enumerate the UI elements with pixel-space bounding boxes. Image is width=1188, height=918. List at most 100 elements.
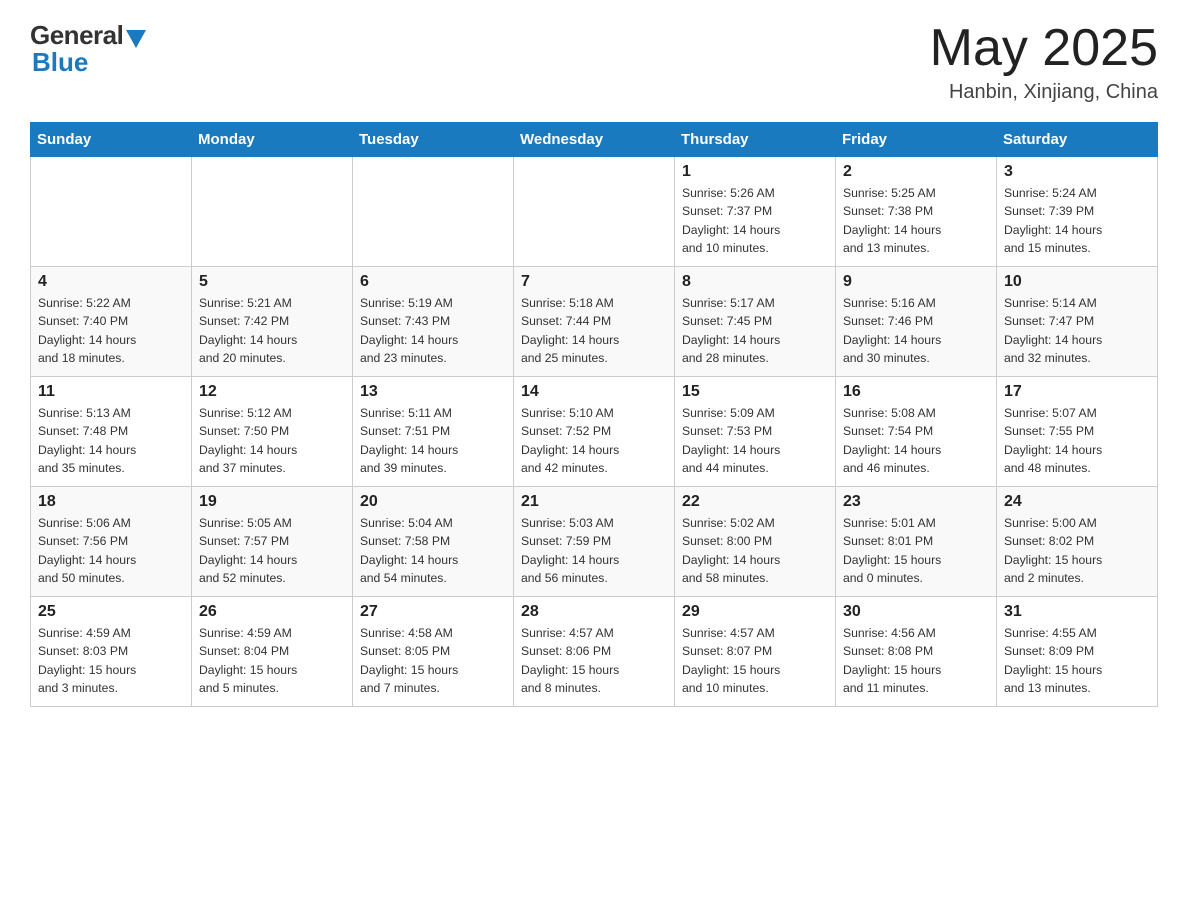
day-info: Sunrise: 5:12 AMSunset: 7:50 PMDaylight:… [199, 404, 345, 477]
day-info: Sunrise: 5:06 AMSunset: 7:56 PMDaylight:… [38, 514, 184, 587]
day-cell: 4 Sunrise: 5:22 AMSunset: 7:40 PMDaylight… [31, 267, 192, 377]
day-number: 24 [1004, 493, 1150, 511]
day-number: 28 [521, 603, 667, 621]
day-number: 19 [199, 493, 345, 511]
day-cell: 20 Sunrise: 5:04 AMSunset: 7:58 PMDayligh… [353, 487, 514, 597]
day-cell: 1 Sunrise: 5:26 AMSunset: 7:37 PMDaylight… [675, 157, 836, 267]
week-row-1: 4 Sunrise: 5:22 AMSunset: 7:40 PMDaylight… [31, 267, 1158, 377]
day-cell: 19 Sunrise: 5:05 AMSunset: 7:57 PMDayligh… [192, 487, 353, 597]
day-number: 29 [682, 603, 828, 621]
day-cell: 7 Sunrise: 5:18 AMSunset: 7:44 PMDaylight… [514, 267, 675, 377]
day-number: 15 [682, 383, 828, 401]
day-info: Sunrise: 4:59 AMSunset: 8:03 PMDaylight:… [38, 624, 184, 697]
day-cell: 31Sunrise: 4:55 AMSunset: 8:09 PMDayligh… [997, 597, 1158, 707]
day-number: 4 [38, 273, 184, 291]
day-info: Sunrise: 4:56 AMSunset: 8:08 PMDaylight:… [843, 624, 989, 697]
day-number: 16 [843, 383, 989, 401]
header-cell-thursday: Thursday [675, 123, 836, 157]
day-number: 23 [843, 493, 989, 511]
day-cell [514, 157, 675, 267]
day-cell: 21 Sunrise: 5:03 AMSunset: 7:59 PMDayligh… [514, 487, 675, 597]
header-cell-monday: Monday [192, 123, 353, 157]
day-cell: 18 Sunrise: 5:06 AMSunset: 7:56 PMDayligh… [31, 487, 192, 597]
day-cell: 27Sunrise: 4:58 AMSunset: 8:05 PMDayligh… [353, 597, 514, 707]
day-number: 17 [1004, 383, 1150, 401]
day-cell: 23 Sunrise: 5:01 AMSunset: 8:01 PMDayligh… [836, 487, 997, 597]
day-cell: 29 Sunrise: 4:57 AMSunset: 8:07 PMDayligh… [675, 597, 836, 707]
day-number: 26 [199, 603, 345, 621]
day-cell: 26Sunrise: 4:59 AMSunset: 8:04 PMDayligh… [192, 597, 353, 707]
logo: General Blue [30, 20, 146, 78]
day-info: Sunrise: 5:13 AMSunset: 7:48 PMDaylight:… [38, 404, 184, 477]
calendar-table: SundayMondayTuesdayWednesdayThursdayFrid… [30, 122, 1158, 707]
day-cell: 8 Sunrise: 5:17 AMSunset: 7:45 PMDaylight… [675, 267, 836, 377]
day-number: 7 [521, 273, 667, 291]
day-cell: 30 Sunrise: 4:56 AMSunset: 8:08 PMDayligh… [836, 597, 997, 707]
day-cell: 25 Sunrise: 4:59 AMSunset: 8:03 PMDayligh… [31, 597, 192, 707]
day-cell: 11 Sunrise: 5:13 AMSunset: 7:48 PMDayligh… [31, 377, 192, 487]
day-number: 30 [843, 603, 989, 621]
day-number: 8 [682, 273, 828, 291]
day-number: 11 [38, 383, 184, 401]
day-info: Sunrise: 5:03 AMSunset: 7:59 PMDaylight:… [521, 514, 667, 587]
header-cell-saturday: Saturday [997, 123, 1158, 157]
week-row-0: 1 Sunrise: 5:26 AMSunset: 7:37 PMDaylight… [31, 157, 1158, 267]
day-number: 10 [1004, 273, 1150, 291]
day-info: Sunrise: 5:04 AMSunset: 7:58 PMDaylight:… [360, 514, 506, 587]
day-cell: 24 Sunrise: 5:00 AMSunset: 8:02 PMDayligh… [997, 487, 1158, 597]
day-info: Sunrise: 5:02 AMSunset: 8:00 PMDaylight:… [682, 514, 828, 587]
day-cell: 17 Sunrise: 5:07 AMSunset: 7:55 PMDayligh… [997, 377, 1158, 487]
day-cell: 10 Sunrise: 5:14 AMSunset: 7:47 PMDayligh… [997, 267, 1158, 377]
header-row: SundayMondayTuesdayWednesdayThursdayFrid… [31, 123, 1158, 157]
day-info: Sunrise: 5:22 AMSunset: 7:40 PMDaylight:… [38, 294, 184, 367]
day-cell: 6Sunrise: 5:19 AMSunset: 7:43 PMDaylight… [353, 267, 514, 377]
day-cell: 22 Sunrise: 5:02 AMSunset: 8:00 PMDayligh… [675, 487, 836, 597]
header-cell-wednesday: Wednesday [514, 123, 675, 157]
day-info: Sunrise: 5:07 AMSunset: 7:55 PMDaylight:… [1004, 404, 1150, 477]
day-number: 21 [521, 493, 667, 511]
day-number: 22 [682, 493, 828, 511]
day-info: Sunrise: 5:26 AMSunset: 7:37 PMDaylight:… [682, 184, 828, 257]
day-number: 2 [843, 163, 989, 181]
day-number: 12 [199, 383, 345, 401]
day-cell: 16Sunrise: 5:08 AMSunset: 7:54 PMDayligh… [836, 377, 997, 487]
day-info: Sunrise: 5:21 AMSunset: 7:42 PMDaylight:… [199, 294, 345, 367]
location: Hanbin, Xinjiang, China [930, 81, 1158, 104]
day-info: Sunrise: 5:18 AMSunset: 7:44 PMDaylight:… [521, 294, 667, 367]
day-number: 20 [360, 493, 506, 511]
day-cell [31, 157, 192, 267]
day-number: 25 [38, 603, 184, 621]
day-number: 18 [38, 493, 184, 511]
day-info: Sunrise: 5:01 AMSunset: 8:01 PMDaylight:… [843, 514, 989, 587]
day-info: Sunrise: 5:14 AMSunset: 7:47 PMDaylight:… [1004, 294, 1150, 367]
day-info: Sunrise: 5:25 AMSunset: 7:38 PMDaylight:… [843, 184, 989, 257]
day-info: Sunrise: 5:10 AMSunset: 7:52 PMDaylight:… [521, 404, 667, 477]
month-title: May 2025 [930, 20, 1158, 77]
day-info: Sunrise: 5:16 AMSunset: 7:46 PMDaylight:… [843, 294, 989, 367]
day-cell: 15 Sunrise: 5:09 AMSunset: 7:53 PMDayligh… [675, 377, 836, 487]
calendar-body: 1 Sunrise: 5:26 AMSunset: 7:37 PMDaylight… [31, 157, 1158, 707]
page-header: General Blue May 2025 Hanbin, Xinjiang, … [30, 20, 1158, 104]
day-info: Sunrise: 5:24 AMSunset: 7:39 PMDaylight:… [1004, 184, 1150, 257]
day-number: 6 [360, 273, 506, 291]
calendar-header: SundayMondayTuesdayWednesdayThursdayFrid… [31, 123, 1158, 157]
week-row-4: 25 Sunrise: 4:59 AMSunset: 8:03 PMDayligh… [31, 597, 1158, 707]
title-block: May 2025 Hanbin, Xinjiang, China [930, 20, 1158, 104]
day-info: Sunrise: 5:17 AMSunset: 7:45 PMDaylight:… [682, 294, 828, 367]
week-row-3: 18 Sunrise: 5:06 AMSunset: 7:56 PMDayligh… [31, 487, 1158, 597]
day-cell: 2 Sunrise: 5:25 AMSunset: 7:38 PMDaylight… [836, 157, 997, 267]
day-info: Sunrise: 5:00 AMSunset: 8:02 PMDaylight:… [1004, 514, 1150, 587]
header-cell-friday: Friday [836, 123, 997, 157]
day-info: Sunrise: 5:05 AMSunset: 7:57 PMDaylight:… [199, 514, 345, 587]
week-row-2: 11 Sunrise: 5:13 AMSunset: 7:48 PMDayligh… [31, 377, 1158, 487]
day-info: Sunrise: 4:57 AMSunset: 8:07 PMDaylight:… [682, 624, 828, 697]
day-number: 1 [682, 163, 828, 181]
day-info: Sunrise: 5:11 AMSunset: 7:51 PMDaylight:… [360, 404, 506, 477]
logo-blue-text: Blue [32, 47, 88, 78]
day-info: Sunrise: 4:55 AMSunset: 8:09 PMDaylight:… [1004, 624, 1150, 697]
day-cell: 14Sunrise: 5:10 AMSunset: 7:52 PMDayligh… [514, 377, 675, 487]
header-cell-tuesday: Tuesday [353, 123, 514, 157]
day-info: Sunrise: 5:09 AMSunset: 7:53 PMDaylight:… [682, 404, 828, 477]
day-number: 13 [360, 383, 506, 401]
day-info: Sunrise: 4:57 AMSunset: 8:06 PMDaylight:… [521, 624, 667, 697]
